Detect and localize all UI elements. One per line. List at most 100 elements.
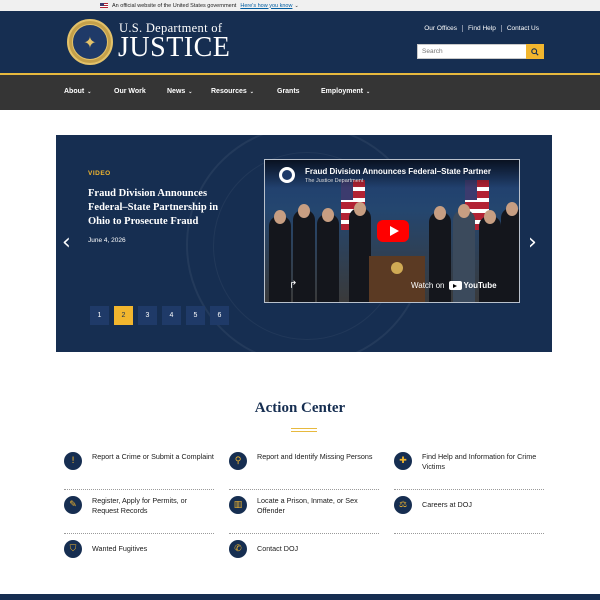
action-item-permits-records[interactable]: ✎ Register, Apply for Permits, or Reques… — [64, 494, 214, 534]
search-icon — [531, 47, 539, 56]
action-item-missing-persons[interactable]: ⚲ Report and Identify Missing Persons — [229, 450, 379, 490]
action-item-label: Register, Apply for Permits, or Request … — [92, 496, 188, 515]
doj-seal-logo[interactable]: ✦ — [67, 19, 113, 65]
person-head — [354, 202, 366, 216]
youtube-logo: YouTube — [448, 281, 497, 290]
person-figure — [349, 208, 371, 302]
utility-links: Our Offices Find Help Contact Us — [419, 25, 544, 32]
person-figure — [317, 214, 339, 302]
gov-banner-text: An official website of the United States… — [112, 2, 237, 9]
person-head — [484, 210, 496, 224]
youtube-wordmark: YouTube — [463, 281, 497, 290]
action-item-label: Report and Identify Missing Persons — [257, 452, 373, 461]
nav-item-label: About — [64, 88, 85, 95]
carousel-next-button[interactable]: › — [528, 231, 537, 255]
action-center-rule — [291, 428, 317, 432]
page-button[interactable]: 1 — [90, 306, 109, 325]
chevron-down-icon: ⌄ — [188, 89, 193, 95]
chevron-left-icon: ‹ — [62, 230, 71, 255]
action-item-label: Find Help and Information for Crime Vict… — [422, 452, 537, 471]
nav-item-label: Our Work — [114, 88, 146, 95]
nav-item-label: News — [167, 88, 186, 95]
main-nav: About ⌄ Our Work News ⌄ Resources ⌄ Grants … — [0, 75, 600, 110]
footer-bar — [0, 594, 600, 600]
podium-seal-icon — [391, 262, 403, 274]
action-item-contact-doj[interactable]: ✆ Contact DOJ — [229, 538, 379, 578]
action-item-label: Careers at DOJ — [422, 500, 472, 509]
document-icon: ✎ — [64, 496, 82, 514]
play-button[interactable] — [377, 220, 409, 242]
nav-item-news[interactable]: News ⌄ — [167, 88, 193, 95]
person-figure — [269, 216, 291, 302]
logo-justice-text[interactable]: JUSTICE — [118, 32, 230, 64]
nav-item-about[interactable]: About ⌄ — [64, 88, 91, 95]
heres-how-you-know-link[interactable]: Here's how you know — [240, 3, 292, 9]
page-button[interactable]: 4 — [162, 306, 181, 325]
nav-item-resources[interactable]: Resources ⌄ — [211, 88, 254, 95]
nav-item-grants[interactable]: Grants — [277, 88, 300, 95]
carousel-prev-button[interactable]: ‹ — [62, 231, 71, 255]
our-offices-link[interactable]: Our Offices — [419, 25, 462, 32]
video-player[interactable]: Fraud Division Announces Federal–State P… — [264, 159, 520, 303]
share-icon[interactable]: ↱ — [289, 280, 301, 292]
page-button[interactable]: 5 — [186, 306, 205, 325]
hero-title[interactable]: Fraud Division Announces Federal–State P… — [88, 187, 238, 229]
search-input[interactable]: Search — [417, 44, 527, 59]
eagle-icon: ✦ — [72, 24, 108, 60]
carousel-pagination: 1 2 3 4 5 6 — [90, 306, 234, 325]
chevron-down-icon: ⌄ — [249, 89, 254, 95]
building-icon: ▥ — [229, 496, 247, 514]
nav-item-label: Resources — [211, 88, 247, 95]
nav-item-our-work[interactable]: Our Work — [114, 88, 146, 95]
action-item-label: Report a Crime or Submit a Complaint — [92, 452, 214, 461]
action-item-wanted-fugitives[interactable]: ⛉ Wanted Fugitives — [64, 538, 214, 578]
hero-date: June 4, 2026 — [88, 237, 126, 244]
watch-on-label: Watch on — [411, 281, 445, 290]
scales-icon: ⚖ — [394, 496, 412, 514]
nav-item-label: Employment — [321, 88, 364, 95]
search-button[interactable] — [526, 44, 544, 59]
nav-item-label: Grants — [277, 88, 300, 95]
action-center-title: Action Center — [254, 400, 346, 416]
chevron-down-icon: ⌄ — [366, 89, 371, 95]
action-item-crime-victims[interactable]: ✚ Find Help and Information for Crime Vi… — [394, 450, 544, 490]
person-head — [322, 208, 334, 222]
action-item-locate-prison[interactable]: ▥ Locate a Prison, Inmate, or Sex Offend… — [229, 494, 379, 534]
play-icon — [389, 226, 399, 236]
site-header: ✦ U.S. Department of JUSTICE Our Offices… — [0, 11, 600, 73]
person-head — [458, 204, 470, 218]
person-head — [506, 202, 518, 216]
action-item-label: Contact DOJ — [257, 544, 299, 553]
channel-avatar[interactable] — [279, 167, 295, 183]
us-flag-icon — [100, 3, 108, 8]
person-head — [274, 210, 286, 224]
watch-on-youtube-link[interactable]: Watch on YouTube — [411, 281, 497, 290]
person-figure — [501, 208, 519, 302]
action-item-label: Locate a Prison, Inmate, or Sex Offender — [257, 496, 358, 515]
page-button[interactable]: 6 — [210, 306, 229, 325]
contact-us-link[interactable]: Contact Us — [500, 25, 544, 32]
first-aid-icon: ✚ — [394, 452, 412, 470]
exclamation-icon: ! — [64, 452, 82, 470]
phone-icon: ✆ — [229, 540, 247, 558]
action-item-careers[interactable]: ⚖ Careers at DOJ — [394, 494, 544, 534]
badge-icon: ⛉ — [64, 540, 82, 558]
podium — [369, 256, 425, 302]
page-button-active[interactable]: 2 — [114, 306, 133, 325]
chevron-down-icon: ⌄ — [87, 89, 92, 95]
hero-carousel: VIDEO Fraud Division Announces Federal–S… — [56, 135, 552, 352]
video-channel: The Justice Department — [305, 178, 364, 184]
video-title[interactable]: Fraud Division Announces Federal–State P… — [305, 167, 491, 176]
action-item-label: Wanted Fugitives — [92, 544, 148, 553]
youtube-play-icon — [448, 281, 462, 290]
action-item-report-crime[interactable]: ! Report a Crime or Submit a Complaint — [64, 450, 214, 490]
hero-tag: VIDEO — [88, 170, 111, 177]
chevron-right-icon: › — [528, 230, 537, 255]
chevron-down-icon: ⌄ — [294, 2, 299, 9]
magnifier-icon: ⚲ — [229, 452, 247, 470]
find-help-link[interactable]: Find Help — [462, 25, 501, 32]
gov-banner: An official website of the United States… — [0, 0, 600, 11]
person-head — [434, 206, 446, 220]
nav-item-employment[interactable]: Employment ⌄ — [321, 88, 370, 95]
page-button[interactable]: 3 — [138, 306, 157, 325]
